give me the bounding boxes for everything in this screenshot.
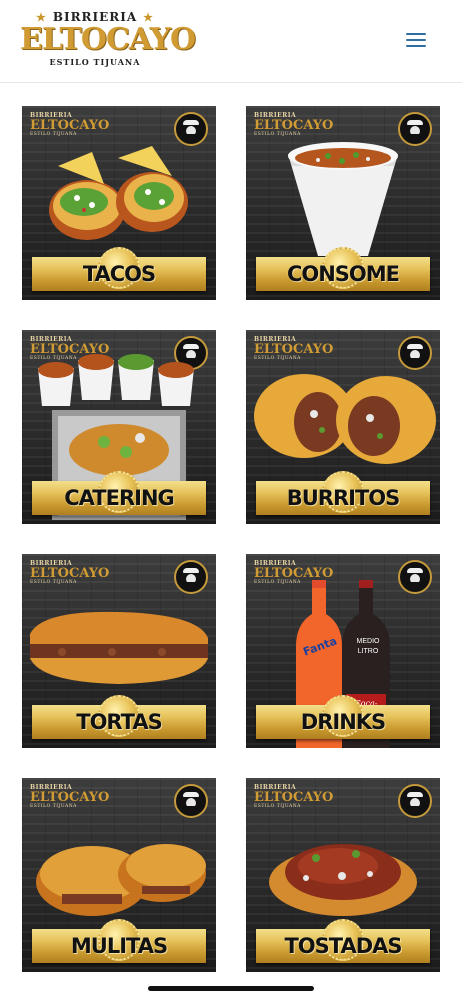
logo-sub-text: ESTILO TIJUANA bbox=[49, 57, 141, 67]
drink-bottle2-label-top: MEDIO bbox=[356, 638, 380, 645]
card-label: TACOS bbox=[82, 262, 156, 286]
card-label: MULITAS bbox=[70, 934, 168, 958]
logo-main-text: ELTOCAYO bbox=[20, 22, 196, 57]
site-header: ★ BIRRIERIA ★ ELTOCAYO ESTILO TIJUANA bbox=[0, 0, 462, 83]
card-label: CONSOME bbox=[286, 262, 400, 286]
menu-card-tostadas[interactable]: BIRRIERIA ELTOCAYO ESTILO TIJUANA TOSTAD… bbox=[246, 778, 440, 972]
menu-card-burritos[interactable]: BIRRIERIA ELTOCAYO ESTILO TIJUANA BURRIT… bbox=[246, 330, 440, 524]
drink-bottle2-label-bottom: LITRO bbox=[357, 648, 379, 655]
menu-card-catering[interactable]: BIRRIERIA ELTOCAYO ESTILO TIJUANA CATERI… bbox=[22, 330, 216, 524]
home-indicator[interactable] bbox=[148, 986, 314, 991]
menu-card-consome[interactable]: BIRRIERIA ELTOCAYO ESTILO TIJUANA CONSOM… bbox=[246, 106, 440, 300]
site-logo[interactable]: ★ BIRRIERIA ★ ELTOCAYO ESTILO TIJUANA bbox=[20, 10, 196, 70]
menu-card-drinks[interactable]: BIRRIERIA ELTOCAYO ESTILO TIJUANA Fanta … bbox=[246, 554, 440, 748]
menu-card-mulitas[interactable]: BIRRIERIA ELTOCAYO ESTILO TIJUANA MULITA… bbox=[22, 778, 216, 972]
menu-card-tacos[interactable]: BIRRIERIA ELTOCAYO ESTILO TIJUANA TACOS bbox=[22, 106, 216, 300]
card-label: DRINKS bbox=[300, 710, 386, 734]
card-label: TOSTADAS bbox=[284, 934, 402, 958]
card-label: CATERING bbox=[64, 486, 175, 510]
card-label: BURRITOS bbox=[286, 486, 401, 510]
hamburger-menu-icon[interactable] bbox=[404, 30, 428, 50]
menu-card-tortas[interactable]: BIRRIERIA ELTOCAYO ESTILO TIJUANA TORTAS bbox=[22, 554, 216, 748]
card-label: TORTAS bbox=[76, 710, 162, 734]
